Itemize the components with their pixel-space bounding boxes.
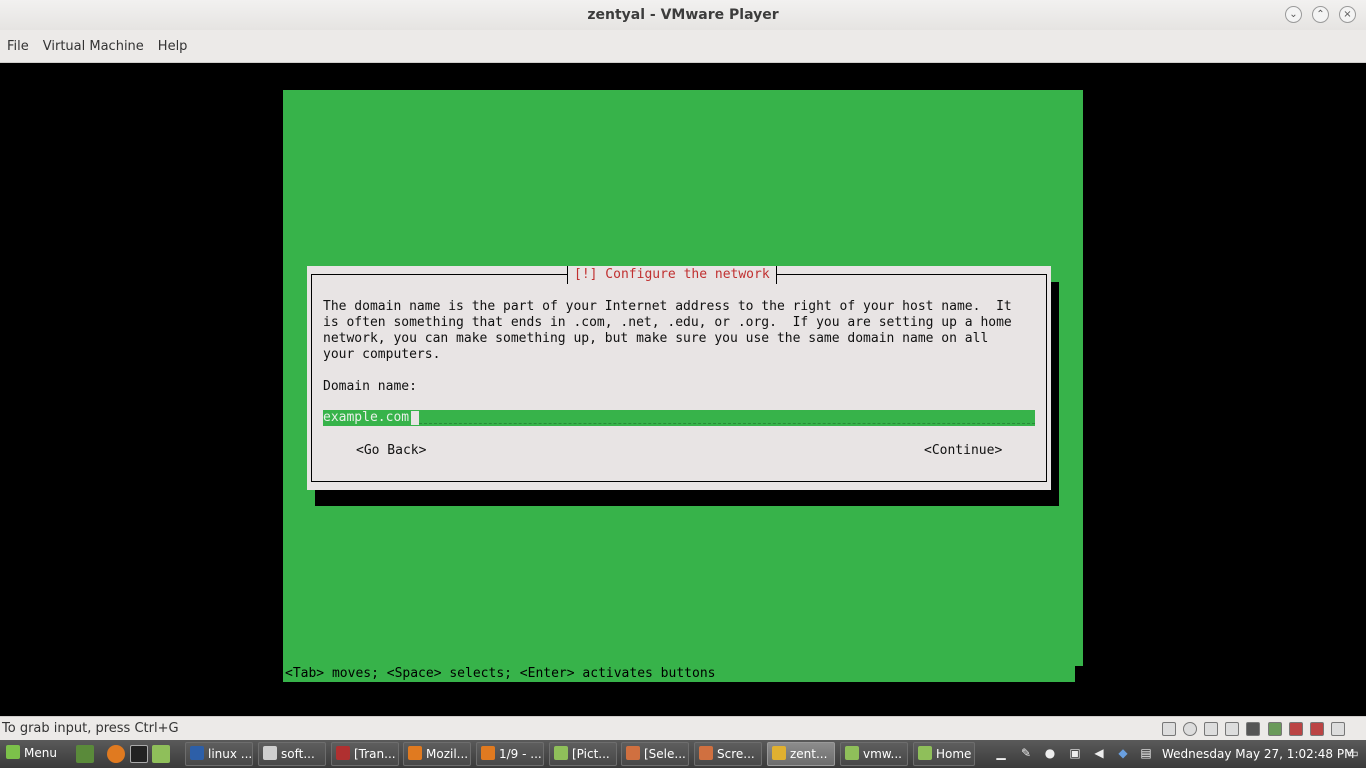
taskbar-window-label: [Tran... — [354, 747, 396, 761]
taskbar-window-button[interactable]: zent... — [767, 742, 835, 766]
start-menu-label: Menu — [24, 746, 57, 760]
app-icon — [772, 746, 786, 760]
shield-icon[interactable]: ◆ — [1116, 746, 1130, 760]
dialog-description: The domain name is the part of your Inte… — [323, 299, 1012, 362]
taskbar-window-label: 1/9 - ... — [499, 747, 542, 761]
taskbar-window-label: Scre... — [717, 747, 755, 761]
taskbar-window-label: vmw... — [863, 747, 902, 761]
key-hint-bar: <Tab> moves; <Space> selects; <Enter> ac… — [283, 666, 1075, 682]
vm-console[interactable]: [!] Configure the network The domain nam… — [0, 66, 1366, 716]
text-cursor — [411, 411, 419, 425]
app-icon — [408, 746, 422, 760]
taskbar-window-button[interactable]: [Sele... — [621, 742, 689, 766]
start-menu-button[interactable]: Menu — [2, 742, 70, 766]
window-list-icon[interactable]: ▁ — [994, 746, 1008, 760]
menu-virtual-machine[interactable]: Virtual Machine — [43, 39, 144, 54]
show-desktop-icon[interactable] — [76, 745, 94, 763]
maximize-button[interactable]: ⌃ — [1312, 6, 1329, 23]
continue-button[interactable]: <Continue> — [924, 443, 1002, 458]
taskbar-window-button[interactable]: linux ... — [185, 742, 253, 766]
key-hint: <Tab> moves; <Space> selects; <Enter> ac… — [285, 666, 716, 681]
terminal-icon[interactable] — [130, 745, 148, 763]
close-button[interactable]: × — [1339, 6, 1356, 23]
taskbar-window-label: Mozil... — [426, 747, 469, 761]
status-bar: To grab input, press Ctrl+G — [0, 716, 1366, 740]
app-icon — [336, 746, 350, 760]
printer-icon[interactable] — [1289, 722, 1303, 736]
window-title-bar: zentyal - VMware Player ⌄ ⌃ × — [0, 0, 1366, 30]
pen-icon[interactable]: ✎ — [1019, 746, 1033, 760]
domain-name-input[interactable]: example.com — [323, 410, 1035, 426]
status-text: To grab input, press Ctrl+G — [2, 721, 179, 736]
app-icon — [845, 746, 859, 760]
app-icon — [918, 746, 932, 760]
go-back-button[interactable]: <Go Back> — [356, 443, 426, 458]
taskbar-window-button[interactable]: Home — [913, 742, 975, 766]
app-icon — [190, 746, 204, 760]
taskbar-window-button[interactable]: 1/9 - ... — [476, 742, 544, 766]
app-icon — [481, 746, 495, 760]
display-icon[interactable] — [1310, 722, 1324, 736]
field-underline — [419, 423, 1035, 424]
window-title: zentyal - VMware Player — [587, 7, 779, 23]
taskbar-window-label: zent... — [790, 747, 828, 761]
network-adapter-icon[interactable] — [1246, 722, 1260, 736]
domain-name-label: Domain name: — [323, 379, 417, 394]
app-icon — [554, 746, 568, 760]
dialog-title: [!] Configure the network — [567, 266, 777, 284]
menubar: File Virtual Machine Help — [0, 30, 1366, 63]
taskbar-window-button[interactable]: soft... — [258, 742, 326, 766]
floppy-icon[interactable] — [1204, 722, 1218, 736]
taskbar-window-label: soft... — [281, 747, 315, 761]
taskbar-window-button[interactable]: vmw... — [840, 742, 908, 766]
firefox-icon[interactable] — [107, 745, 125, 763]
user-icon[interactable]: ● — [1043, 746, 1057, 760]
domain-name-value: example.com — [323, 410, 410, 425]
usb-icon[interactable] — [1225, 722, 1239, 736]
taskbar-window-label: [Sele... — [644, 747, 686, 761]
sound-card-icon[interactable] — [1268, 722, 1282, 736]
taskbar-window-button[interactable]: Mozil... — [403, 742, 471, 766]
volume-icon[interactable]: ◀ — [1092, 746, 1106, 760]
keyboard-icon[interactable]: ▤ — [1139, 746, 1153, 760]
taskbar-window-button[interactable]: [Pict... — [549, 742, 617, 766]
mint-logo-icon — [6, 745, 20, 759]
cd-drive-icon[interactable] — [1183, 722, 1197, 736]
message-icon[interactable] — [1331, 722, 1345, 736]
taskbar: Menu linux ... soft... [Tran... Mozil... 1/9… — [0, 740, 1366, 768]
hard-disk-icon[interactable] — [1162, 722, 1176, 736]
taskbar-window-button[interactable]: Scre... — [694, 742, 762, 766]
taskbar-window-label: linux ... — [208, 747, 253, 761]
taskbar-window-button[interactable]: [Tran... — [331, 742, 399, 766]
menu-help[interactable]: Help — [158, 39, 188, 54]
taskbar-window-label: Home — [936, 747, 972, 761]
app-icon — [263, 746, 277, 760]
configure-network-dialog: [!] Configure the network The domain nam… — [307, 266, 1051, 490]
taskbar-window-label: [Pict... — [572, 747, 610, 761]
clock[interactable]: Wednesday May 27, 1:02:48 PM — [1162, 740, 1354, 768]
notification-icon[interactable]: ▭ — [1346, 746, 1360, 760]
minimize-button[interactable]: ⌄ — [1285, 6, 1302, 23]
app-icon — [699, 746, 713, 760]
menu-file[interactable]: File — [7, 39, 29, 54]
app-icon — [626, 746, 640, 760]
files-icon[interactable] — [152, 745, 170, 763]
clipboard-icon[interactable]: ▣ — [1068, 746, 1082, 760]
